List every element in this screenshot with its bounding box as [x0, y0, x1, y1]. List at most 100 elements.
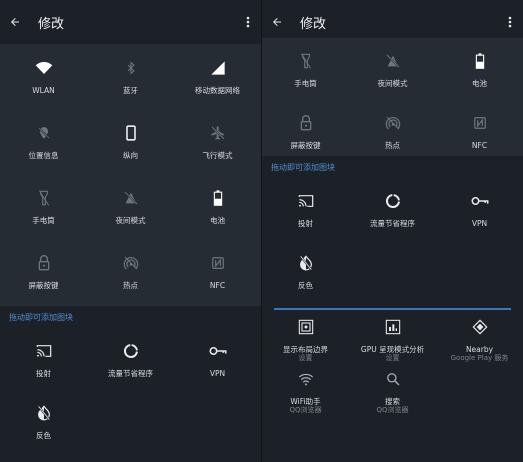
gpu-profile-icon [383, 317, 403, 337]
quick-settings-tile[interactable]: 夜间模式 [87, 174, 174, 239]
quick-settings-tile[interactable]: 飞行模式 [174, 109, 261, 174]
back-arrow-icon[interactable] [268, 13, 286, 31]
quick-settings-tile[interactable]: 蓝牙 [87, 44, 174, 109]
phone-portrait-icon [121, 123, 141, 143]
tile-sublabel: QQ浏览器 [376, 406, 409, 414]
active-tiles-area: 手电筒 夜间模式 电池屏蔽按键 热点 NFC [262, 38, 523, 156]
active-tiles-area: WLAN 蓝牙 移动数据网络位置信息 纵向 飞行模式手电筒 夜间模式 电池屏蔽按键 热点 NFC [0, 44, 261, 306]
edit-screen-right: 修改 手电筒 夜间模式 电池 屏蔽按键 热点 NFC 拖动即可添加图块 投射 流量节省程序 V… [262, 0, 523, 462]
quick-settings-tile[interactable]: 热点 [87, 239, 174, 304]
tile-label: WiFi助手 [290, 397, 321, 406]
app-bar: 修改 [0, 0, 261, 44]
flashlight-icon [296, 51, 316, 71]
tile-label: 移动数据网络 [195, 86, 240, 95]
section-divider [274, 308, 511, 310]
quick-settings-tile[interactable]: VPN [436, 178, 523, 240]
quick-settings-tile[interactable]: 纵向 [87, 109, 174, 174]
quick-settings-tile[interactable]: NFC [436, 100, 523, 162]
lock-icon [296, 113, 316, 133]
quick-settings-tile[interactable]: WLAN [0, 44, 87, 109]
edit-screen-left: 修改 WLAN 蓝牙 移动数据网络位置信息 纵向 飞行模式手电筒 夜间模式 电池屏蔽按键 热点… [0, 0, 261, 462]
quick-settings-tile[interactable]: 反色 [262, 240, 349, 302]
hotspot-icon [121, 253, 141, 273]
lock-icon [34, 253, 54, 273]
tile-sublabel: Google Play 服务 [450, 354, 509, 362]
quick-settings-tile[interactable]: 热点 [349, 100, 436, 162]
quick-settings-tile[interactable]: 手电筒 [262, 38, 349, 100]
tile-label: 夜间模式 [115, 216, 146, 225]
battery-icon [470, 51, 490, 71]
tile-label: 屏蔽按键 [28, 281, 59, 290]
quick-settings-tile[interactable]: 手电筒 [0, 174, 87, 239]
quick-settings-tile[interactable]: Nearby Google Play 服务 [436, 314, 523, 366]
more-options-icon[interactable] [241, 13, 255, 31]
search-icon [383, 369, 403, 389]
wifi-icon [34, 58, 54, 78]
night-mode-icon [383, 51, 403, 71]
tile-label: VPN [209, 368, 226, 378]
quick-settings-tile[interactable]: NFC [174, 239, 261, 304]
tile-label: 飞行模式 [202, 151, 233, 160]
tile-label: 热点 [385, 140, 400, 150]
tile-label: 投射 [298, 218, 313, 228]
tile-label: 手电筒 [294, 78, 317, 88]
quick-settings-tile[interactable]: 流量节省程序 [87, 328, 174, 390]
night-mode-icon [121, 188, 141, 208]
back-arrow-icon[interactable] [6, 13, 24, 31]
third-party-tiles-grid: 显示布局边界 设置 GPU 呈现模式分析 设置 Nearby Google Play 服务… [262, 314, 523, 418]
quick-settings-tile[interactable]: 夜间模式 [349, 38, 436, 100]
tile-label: NFC [471, 140, 488, 150]
more-options-icon[interactable] [503, 13, 517, 31]
quick-settings-tile[interactable]: 投射 [0, 328, 87, 390]
quick-settings-tile[interactable]: 移动数据网络 [174, 44, 261, 109]
quick-settings-tile[interactable]: 电池 [436, 38, 523, 100]
quick-settings-tile[interactable]: 搜索 QQ浏览器 [349, 366, 436, 418]
tile-sublabel: 设置 [298, 354, 313, 362]
quick-settings-tile[interactable]: 投射 [262, 178, 349, 240]
tile-label: 位置信息 [28, 151, 59, 160]
data-saver-icon [383, 191, 403, 211]
battery-icon [208, 188, 228, 208]
section-header: 拖动即可添加图块 [9, 312, 73, 322]
quick-settings-tile[interactable]: 电池 [174, 174, 261, 239]
tile-label: 蓝牙 [123, 86, 138, 95]
hotspot-icon [383, 113, 403, 133]
tile-label: WLAN [32, 86, 55, 95]
tile-label: 夜间模式 [377, 78, 408, 88]
quick-settings-tile[interactable]: VPN [174, 328, 261, 390]
quick-settings-tile[interactable]: GPU 呈现模式分析 设置 [349, 314, 436, 366]
tile-label: 热点 [123, 281, 138, 290]
nfc-icon [470, 113, 490, 133]
nearby-icon [470, 317, 490, 337]
active-tiles-grid: 手电筒 夜间模式 电池屏蔽按键 热点 NFC [262, 38, 523, 162]
quick-settings-tile[interactable]: WiFi助手 QQ浏览器 [262, 366, 349, 418]
quick-settings-tile[interactable]: 显示布局边界 设置 [262, 314, 349, 366]
quick-settings-tile[interactable]: 屏蔽按键 [0, 239, 87, 304]
tile-label: 电池 [210, 216, 225, 225]
active-tiles-grid: WLAN 蓝牙 移动数据网络位置信息 纵向 飞行模式手电筒 夜间模式 电池屏蔽按键 热点 NFC [0, 44, 261, 304]
cast-icon [34, 341, 54, 361]
tile-label: 搜索 [385, 397, 400, 406]
invert-colors-icon [34, 403, 54, 423]
quick-settings-tile[interactable]: 反色 [0, 390, 87, 452]
vpn-key-icon [208, 341, 228, 361]
layout-bounds-icon [296, 317, 316, 337]
quick-settings-tile[interactable]: 流量节省程序 [349, 178, 436, 240]
tile-label: Nearby [465, 345, 494, 354]
page-title: 修改 [300, 16, 327, 32]
tile-label: GPU 呈现模式分析 [360, 345, 425, 354]
vpn-key-icon [470, 191, 490, 211]
page-title: 修改 [38, 16, 65, 32]
tile-label: 反色 [298, 280, 313, 290]
quick-settings-tile[interactable]: 位置信息 [0, 109, 87, 174]
quick-settings-tile[interactable]: 屏蔽按键 [262, 100, 349, 162]
tile-label: NFC [209, 281, 226, 290]
tile-label: 流量节省程序 [370, 218, 415, 228]
bluetooth-icon [121, 58, 141, 78]
tile-label: 电池 [472, 78, 487, 88]
tile-label: 投射 [36, 368, 51, 378]
tile-label: 显示布局边界 [283, 345, 328, 354]
available-tiles-grid: 投射 流量节省程序 VPN 反色 [262, 178, 523, 302]
tile-label: 屏蔽按键 [290, 140, 321, 150]
tile-sublabel: 设置 [385, 354, 400, 362]
